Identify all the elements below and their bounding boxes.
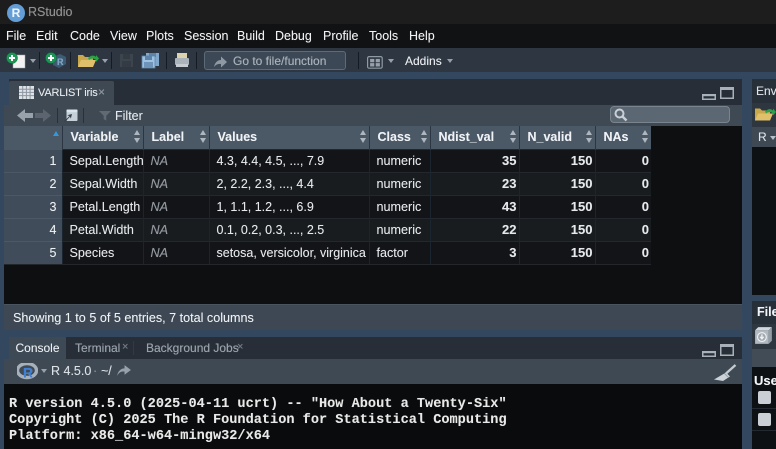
svg-text:R: R (57, 57, 64, 67)
svg-text:R: R (23, 365, 33, 381)
